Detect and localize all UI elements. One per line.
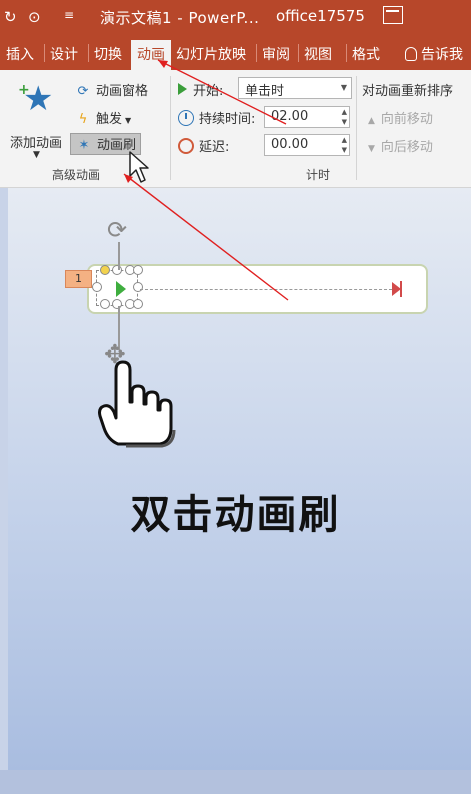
instruction-caption: 双击动画刷 bbox=[130, 492, 341, 538]
annotation-arrows bbox=[123, 59, 289, 301]
arrowhead bbox=[124, 174, 133, 183]
arrow-to-animations-tab bbox=[157, 59, 287, 125]
arrow-to-animation-painter bbox=[123, 173, 289, 301]
